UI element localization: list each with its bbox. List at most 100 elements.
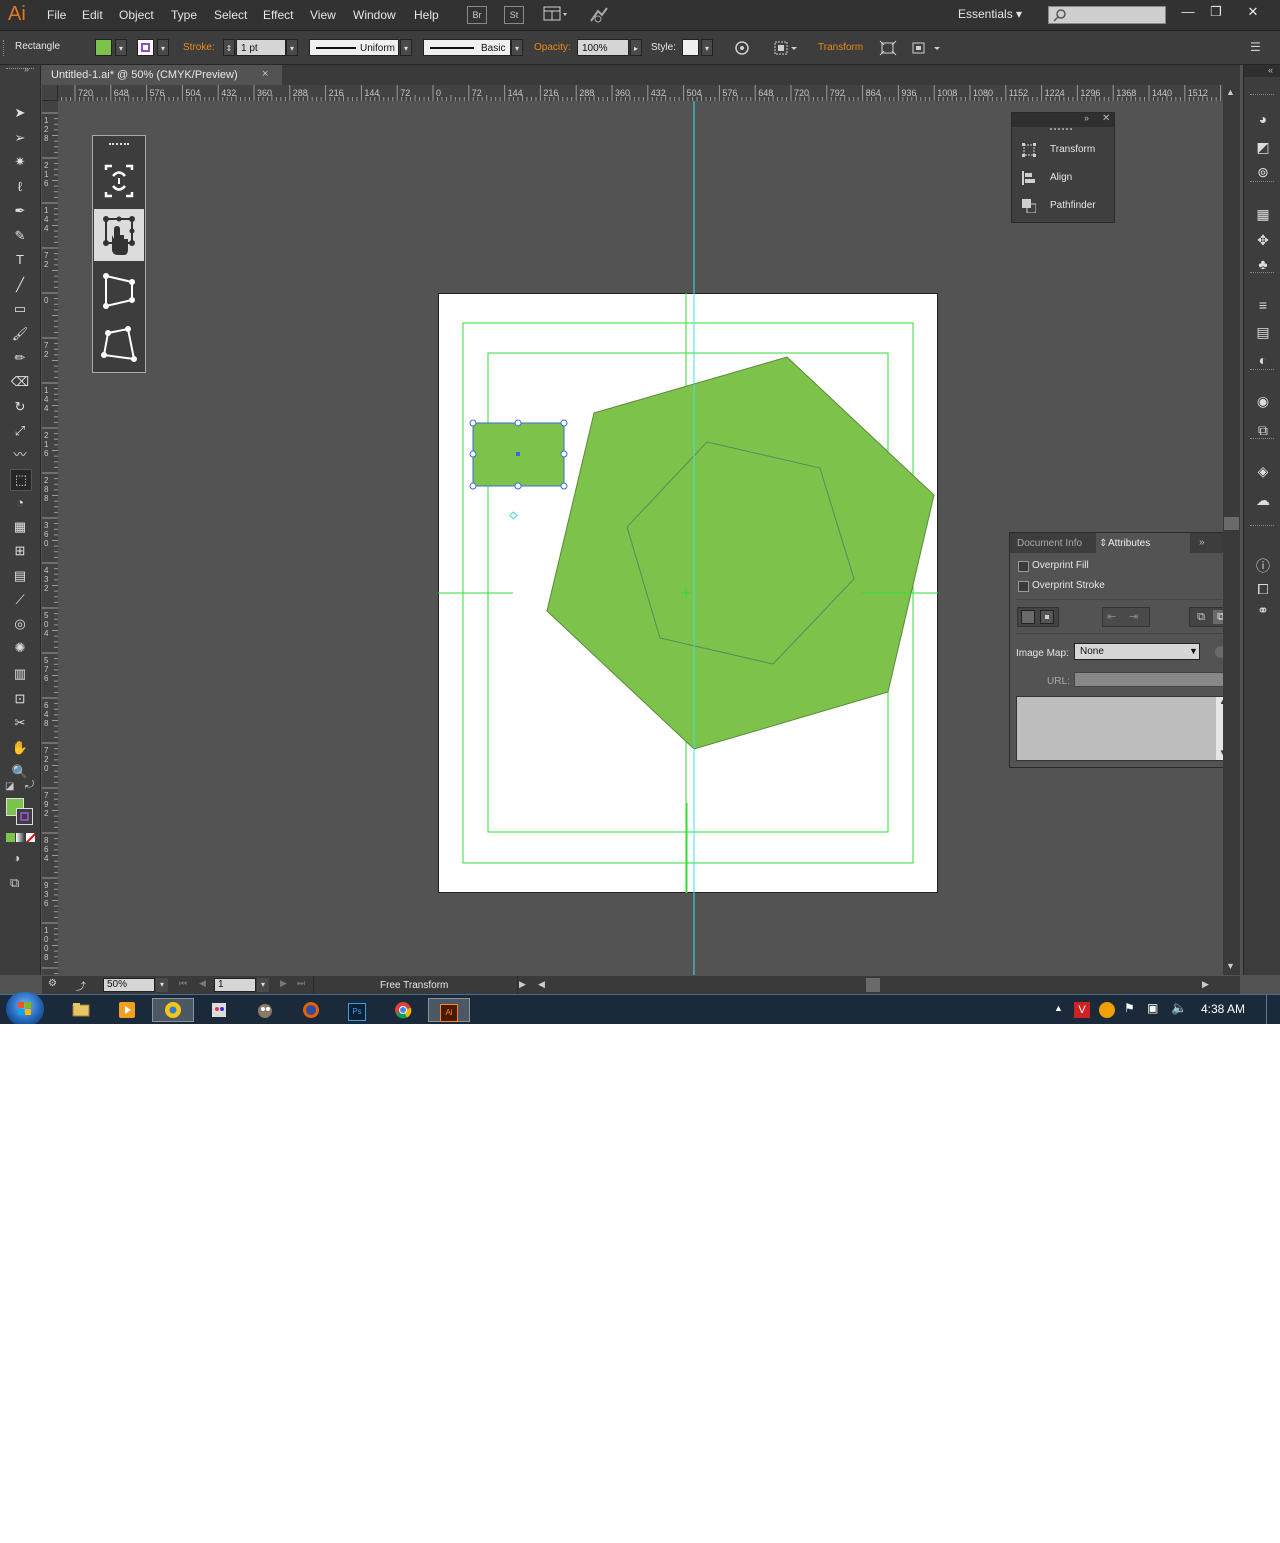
horizontal-scrollbar[interactable]: ◀ ▶ bbox=[536, 977, 1214, 993]
chrome-canary-taskbar-icon[interactable] bbox=[152, 998, 194, 1022]
libraries-panel-icon[interactable]: ☁ bbox=[1254, 491, 1272, 509]
status-info[interactable]: Free Transform ▶ bbox=[313, 976, 526, 994]
url-input[interactable]: ▼ bbox=[1074, 672, 1234, 687]
horizontal-scroll-thumb[interactable] bbox=[866, 978, 880, 992]
overprint-stroke-checkbox[interactable] bbox=[1018, 581, 1029, 592]
illustrator-taskbar-icon[interactable]: Ai bbox=[428, 998, 470, 1022]
panel-header[interactable]: » ✕ bbox=[1012, 113, 1114, 127]
illustrator-window: Ai File Edit Object Type Select Effect V… bbox=[0, 0, 1280, 1024]
info-panel-icon[interactable]: ⓘ bbox=[1254, 557, 1272, 575]
vivaldi-tray-icon[interactable]: V bbox=[1074, 1002, 1090, 1018]
reverse-path-group: ⇤ ⇥ bbox=[1102, 607, 1150, 627]
last-artboard-icon[interactable]: ⏭ bbox=[297, 978, 305, 989]
hexagon-shape[interactable] bbox=[546, 356, 935, 750]
action-center-icon[interactable]: ⚑ bbox=[1124, 1001, 1135, 1015]
divider bbox=[1016, 633, 1232, 634]
links-panel-icon[interactable]: ⚭ bbox=[1254, 601, 1272, 619]
dont-show-center-button[interactable]: ⧉ bbox=[1193, 610, 1209, 624]
scroll-down-icon[interactable]: ▼ bbox=[1226, 961, 1235, 971]
firefox-taskbar-icon[interactable] bbox=[291, 998, 331, 1022]
brushes-panel-icon[interactable]: ✥ bbox=[1254, 231, 1272, 249]
attributes-panel-tabs: Document Info ⇕ Attributes » ☰ bbox=[1010, 533, 1239, 553]
media-player-taskbar-icon[interactable] bbox=[107, 998, 147, 1022]
artboard-number-input[interactable]: 1 bbox=[214, 978, 256, 992]
export-icon[interactable]: ⤴ bbox=[76, 978, 92, 993]
reverse-path-off-icon[interactable]: ⇤ bbox=[1107, 610, 1116, 623]
zoom-input[interactable]: 50% bbox=[103, 978, 155, 992]
next-artboard-icon[interactable]: ▶ bbox=[280, 978, 287, 989]
gimp-taskbar-icon[interactable] bbox=[245, 998, 285, 1022]
volume-icon[interactable]: 🔈 bbox=[1171, 1000, 1187, 1016]
scroll-left-icon[interactable]: ◀ bbox=[538, 979, 545, 990]
constrain-icon bbox=[104, 164, 134, 198]
tray-app-icon[interactable] bbox=[1099, 1002, 1115, 1018]
free-distort-button[interactable] bbox=[94, 319, 144, 371]
gpu-preview-icon[interactable]: ⚙ bbox=[48, 978, 68, 991]
perspective-distort-button[interactable] bbox=[94, 264, 144, 316]
appearance-panel-icon[interactable]: ◉ bbox=[1254, 392, 1272, 410]
layers-panel-icon[interactable]: ◈ bbox=[1254, 462, 1272, 480]
gradient-panel-icon[interactable]: ▤ bbox=[1254, 323, 1272, 341]
dock-group-grip[interactable] bbox=[1250, 272, 1274, 276]
dock-group-grip[interactable] bbox=[1250, 369, 1274, 373]
free-transform-button[interactable] bbox=[94, 209, 144, 261]
tab-document-info[interactable]: Document Info bbox=[1017, 538, 1082, 549]
collapse-icon[interactable]: » bbox=[1084, 113, 1089, 123]
attributes-panel: Document Info ⇕ Attributes » ☰ Overprint… bbox=[1009, 532, 1240, 768]
show-desktop-button[interactable] bbox=[1266, 995, 1280, 1024]
dock-group-grip[interactable] bbox=[1250, 181, 1274, 185]
kuler-panel-icon[interactable]: ⊚ bbox=[1254, 163, 1272, 181]
previous-artboard-icon[interactable]: ◀ bbox=[199, 978, 206, 989]
graphic-styles-panel-icon[interactable]: ⧉ bbox=[1254, 421, 1272, 439]
transform-align-pathfinder-panel: » ✕ Transform Align Pathfinder bbox=[1011, 112, 1115, 223]
scroll-up-icon[interactable]: ▲ bbox=[1226, 87, 1235, 97]
swatches-panel-icon[interactable]: ▦ bbox=[1254, 205, 1272, 223]
panel-grip[interactable] bbox=[1050, 128, 1072, 133]
dock-group-grip[interactable] bbox=[1250, 525, 1274, 529]
vertical-scroll-thumb[interactable] bbox=[1224, 517, 1239, 530]
transform-panel-button[interactable]: Transform bbox=[1022, 141, 1112, 161]
windows-taskbar: Ps Ai ▲ V ⚑ ▣ 🔈 4:38 AM bbox=[0, 992, 1280, 1024]
start-button[interactable] bbox=[6, 992, 44, 1024]
divider bbox=[1016, 599, 1232, 600]
dock-group-grip[interactable] bbox=[1250, 94, 1274, 98]
paint-taskbar-icon[interactable] bbox=[199, 998, 239, 1022]
symbols-panel-icon[interactable]: ♣ bbox=[1254, 255, 1272, 273]
align-panel-button[interactable]: Align bbox=[1022, 169, 1112, 189]
status-menu-icon[interactable]: ▶ bbox=[519, 979, 526, 990]
evenodd-fill-button[interactable] bbox=[1040, 610, 1054, 624]
dock-header[interactable]: « bbox=[1244, 65, 1280, 77]
chrome-taskbar-icon[interactable] bbox=[383, 998, 423, 1022]
constrain-button[interactable] bbox=[94, 156, 144, 208]
artboard-dropdown[interactable]: ▾ bbox=[257, 978, 269, 992]
overprint-fill-checkbox[interactable] bbox=[1018, 561, 1029, 572]
free-distort-icon bbox=[101, 326, 137, 362]
transform-label: Transform bbox=[1050, 144, 1096, 155]
system-clock[interactable]: 4:38 AM bbox=[1201, 1002, 1245, 1016]
photoshop-taskbar-icon[interactable]: Ps bbox=[337, 998, 377, 1022]
pathfinder-panel-button[interactable]: Pathfinder bbox=[1022, 197, 1112, 217]
stroke-panel-icon[interactable]: ≡ bbox=[1254, 296, 1272, 314]
explorer-taskbar-icon[interactable] bbox=[61, 998, 101, 1022]
reverse-path-on-icon[interactable]: ⇥ bbox=[1129, 610, 1138, 623]
color-guide-panel-icon[interactable]: ◩ bbox=[1254, 138, 1272, 156]
widget-grip[interactable] bbox=[109, 143, 129, 148]
url-list[interactable]: ▲ ▼ bbox=[1016, 696, 1233, 761]
right-panel-dock: « ◕ ◩ ⊚ ▦ ✥ ♣ ≡ ▤ ◐ ◉ ⧉ ◈ ☁ ⓘ ⧠ ⚭ bbox=[1243, 65, 1280, 975]
show-hidden-icons[interactable]: ▲ bbox=[1054, 1003, 1063, 1013]
transparency-panel-icon[interactable]: ◐ bbox=[1254, 351, 1272, 369]
vertical-scrollbar[interactable]: ▲ ▼ bbox=[1223, 85, 1240, 975]
collapse-icon[interactable]: » bbox=[1199, 537, 1205, 548]
first-artboard-icon[interactable]: ⏮ bbox=[179, 978, 187, 989]
expand-dock-icon[interactable]: « bbox=[1268, 65, 1273, 75]
network-icon[interactable]: ▣ bbox=[1147, 1001, 1158, 1015]
zoom-dropdown[interactable]: ▾ bbox=[156, 978, 168, 992]
color-panel-icon[interactable]: ◕ bbox=[1254, 110, 1272, 128]
tab-attributes[interactable]: ⇕ Attributes bbox=[1096, 533, 1190, 553]
dock-group-grip[interactable] bbox=[1250, 438, 1274, 442]
scroll-right-icon[interactable]: ▶ bbox=[1202, 979, 1209, 990]
close-panel-icon[interactable]: ✕ bbox=[1102, 113, 1110, 124]
image-map-select[interactable]: None ▼ bbox=[1074, 643, 1200, 660]
artboards-panel-icon[interactable]: ⧠ bbox=[1254, 580, 1272, 598]
nonzero-fill-button[interactable] bbox=[1021, 610, 1035, 624]
